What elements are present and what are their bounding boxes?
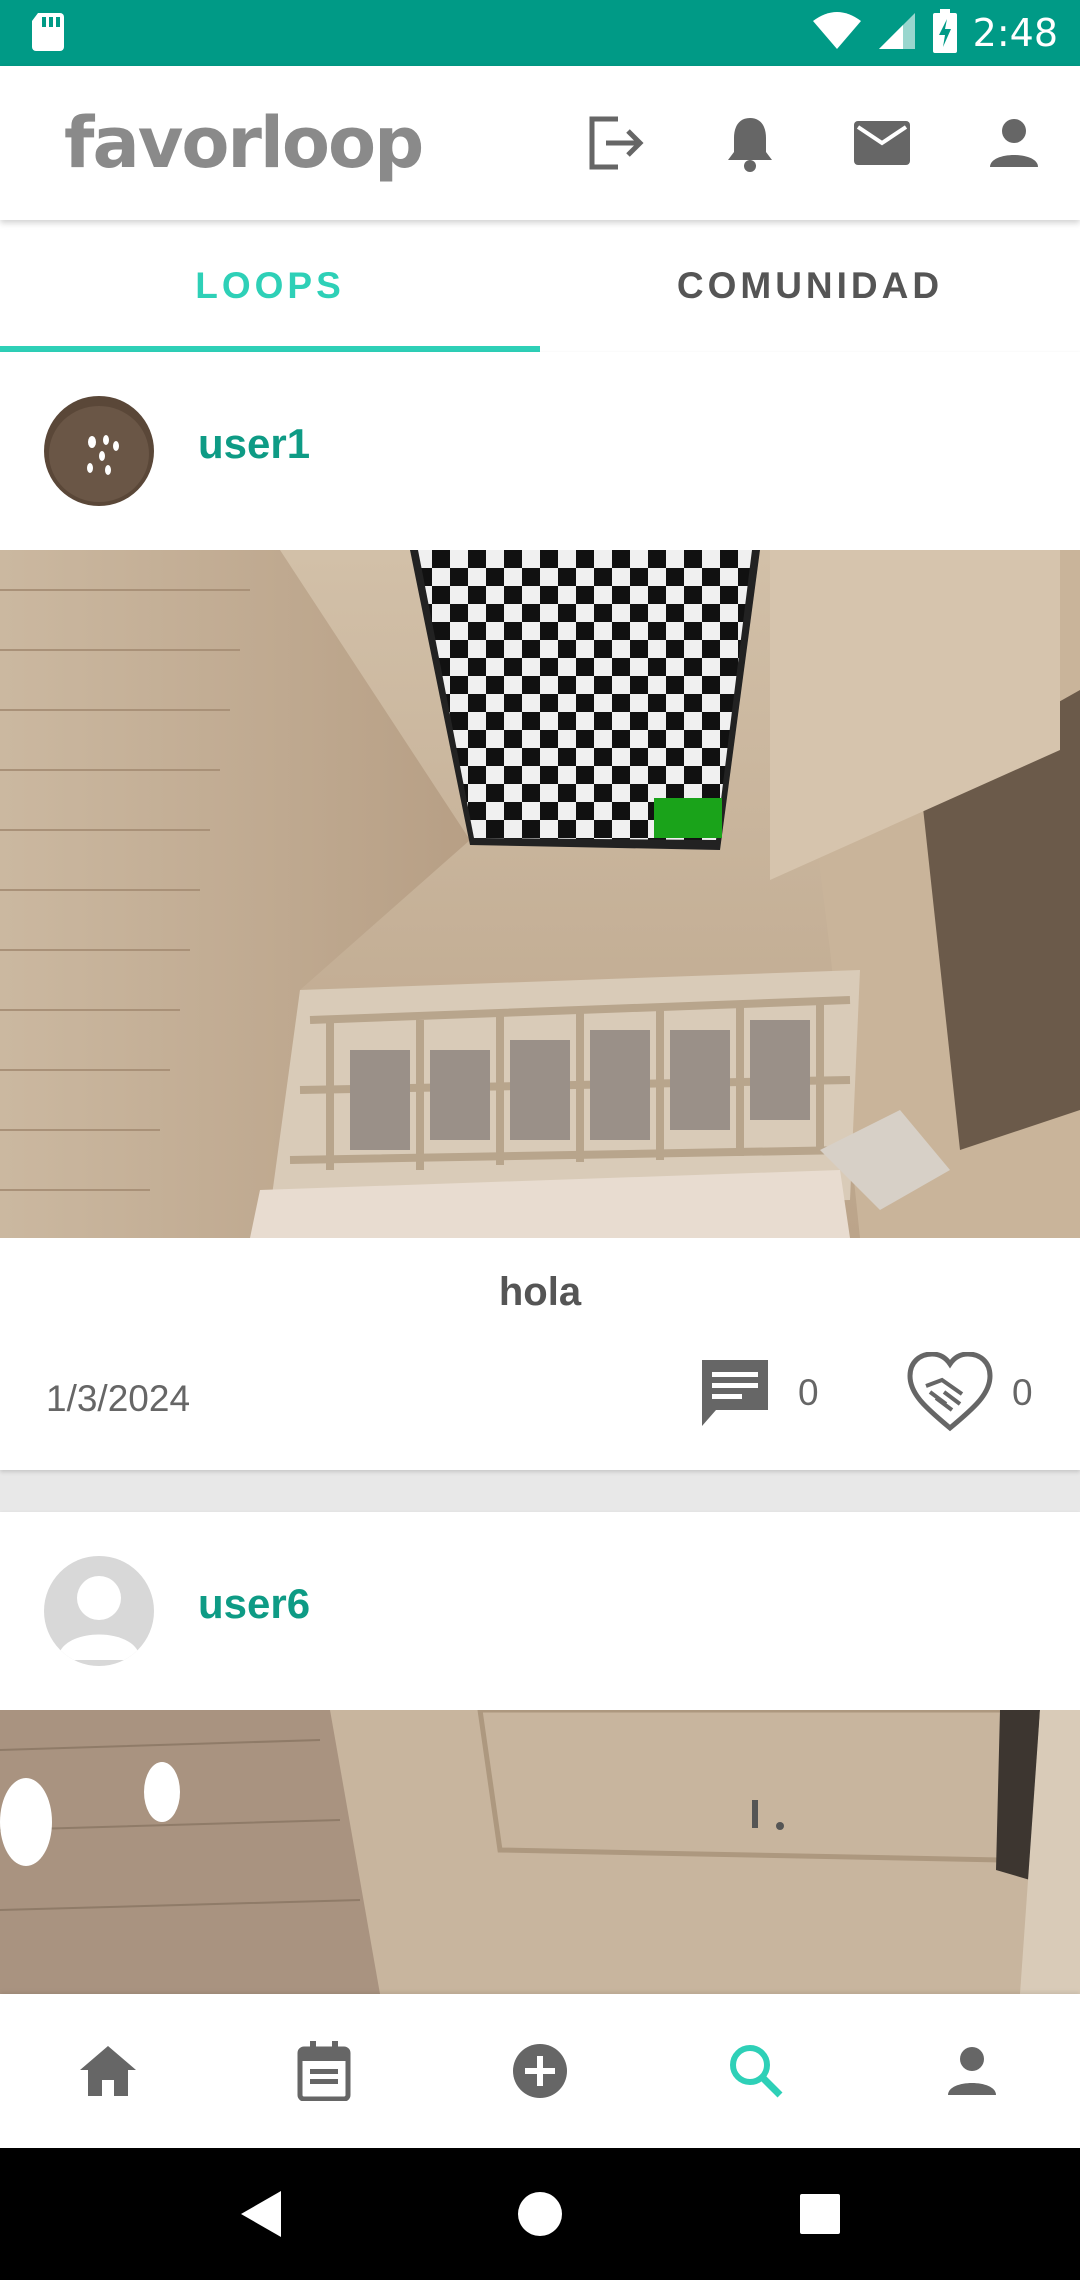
battery-charging-icon bbox=[931, 8, 959, 58]
avatar[interactable] bbox=[44, 396, 154, 506]
bottom-nav bbox=[0, 1994, 1080, 2148]
bell-icon[interactable] bbox=[716, 109, 784, 177]
post-card[interactable]: user1 hola 1/3/2024 0 0 bbox=[0, 352, 1080, 1470]
handshake-heart-icon[interactable] bbox=[906, 1351, 994, 1437]
system-nav-bar bbox=[0, 2148, 1080, 2280]
app-bar: favorloop bbox=[0, 66, 1080, 220]
person-icon[interactable] bbox=[932, 2031, 1012, 2111]
tab-loops[interactable]: LOOPS bbox=[0, 220, 540, 352]
app-logo: favorloop bbox=[64, 102, 424, 184]
comment-icon[interactable] bbox=[698, 1356, 772, 1433]
signal-icon bbox=[877, 11, 917, 56]
post-caption: hola bbox=[498, 1270, 582, 1314]
post-image[interactable] bbox=[0, 1710, 1080, 1994]
back-icon[interactable] bbox=[215, 2169, 305, 2259]
recents-icon[interactable] bbox=[775, 2169, 865, 2259]
favor-count: 0 bbox=[1012, 1372, 1033, 1413]
logout-icon[interactable] bbox=[582, 109, 650, 177]
sd-card-icon bbox=[30, 11, 66, 56]
post-footer: 1/3/2024 0 0 bbox=[0, 1340, 1080, 1450]
status-time: 2:48 bbox=[972, 11, 1058, 55]
mail-icon[interactable] bbox=[848, 109, 916, 177]
add-circle-icon[interactable] bbox=[500, 2031, 580, 2111]
search-icon[interactable] bbox=[716, 2031, 796, 2111]
post-username[interactable]: user6 bbox=[198, 1580, 310, 1628]
avatar[interactable] bbox=[44, 1556, 154, 1666]
home-icon[interactable] bbox=[68, 2031, 148, 2111]
post-image[interactable] bbox=[0, 550, 1080, 1238]
account-icon[interactable] bbox=[980, 109, 1048, 177]
home-circle-icon[interactable] bbox=[495, 2169, 585, 2259]
tab-bar: LOOPS COMUNIDAD bbox=[0, 220, 1080, 352]
calendar-icon[interactable] bbox=[284, 2031, 364, 2111]
post-header: user1 bbox=[0, 352, 1080, 550]
tab-comunidad[interactable]: COMUNIDAD bbox=[540, 220, 1080, 352]
post-date: 1/3/2024 bbox=[46, 1378, 191, 1419]
wifi-icon bbox=[811, 11, 863, 56]
post-header: user6 bbox=[0, 1512, 1080, 1710]
post-card[interactable]: user6 bbox=[0, 1512, 1080, 1994]
post-username[interactable]: user1 bbox=[198, 420, 310, 468]
comment-count: 0 bbox=[798, 1372, 819, 1413]
status-bar: 2:48 bbox=[0, 0, 1080, 66]
